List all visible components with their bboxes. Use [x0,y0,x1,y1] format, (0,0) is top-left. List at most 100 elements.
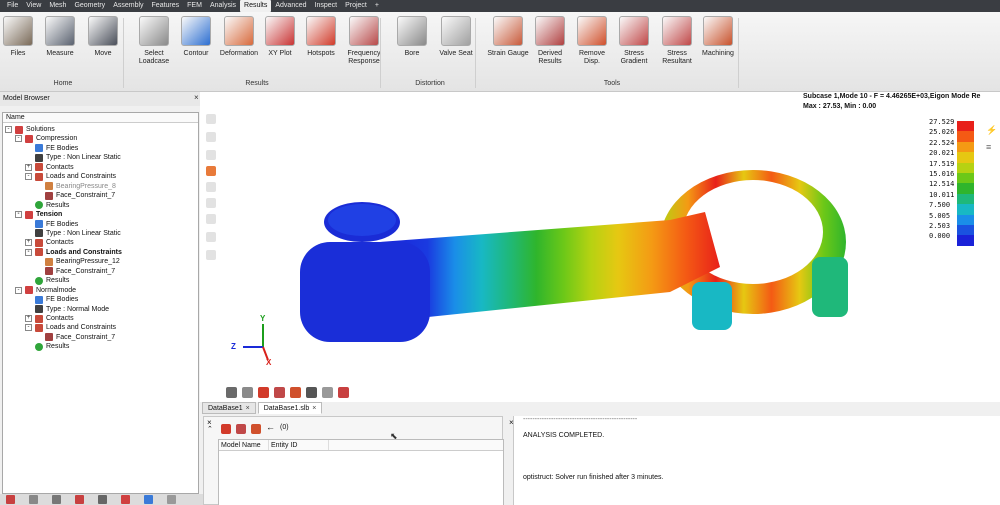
ribbon-group-home: Home [53,80,73,87]
flag-icon[interactable] [251,424,261,434]
deformation-icon [224,16,254,46]
zoom-box-icon[interactable] [258,387,269,398]
rotate-icon[interactable] [290,387,301,398]
tab-close-icon[interactable]: × [246,405,250,412]
fe-bodies-icon [35,220,43,228]
collapse-icon[interactable]: - [25,324,32,332]
fit-view-icon[interactable] [242,387,253,398]
tree-item[interactable]: BearingPressure_8 [35,182,116,191]
machining-button[interactable]: Machining [692,16,744,58]
menu-advanced[interactable]: Advanced [271,0,310,12]
filter-add-icon[interactable] [236,424,246,434]
tree-item[interactable]: - Loads and Constraints [25,248,122,257]
legend-value: 10.011 [929,190,955,199]
panel-tool-icon[interactable] [75,495,84,504]
tree-item[interactable]: FE Bodies [25,144,78,153]
menu-fem[interactable]: FEM [183,0,206,12]
ribbon-label: Frequency Response [347,50,381,65]
tree-item[interactable]: - Tension [15,210,62,219]
panel-tool-icon[interactable] [6,495,15,504]
output-divider: ----------------------------------------… [523,416,638,423]
move-icon [88,16,118,46]
tree-item[interactable]: - Loads and Constraints [25,172,116,181]
model-browser-close-icon[interactable]: × [194,93,199,102]
axis-view-icon[interactable] [226,387,237,398]
tree-item[interactable]: BearingPressure_12 [35,257,120,266]
collapse-icon[interactable]: - [15,211,22,219]
collapse-icon[interactable]: - [15,135,22,143]
menu-inspect[interactable]: Inspect [311,0,342,12]
move-button[interactable]: Move [77,16,129,58]
collapse-icon[interactable]: - [25,248,32,256]
results-icon [35,342,43,351]
tree-item-label: FE Bodies [46,296,79,304]
tree-item[interactable]: + Contacts [25,163,74,172]
tree-item[interactable]: - Loads and Constraints [25,323,116,332]
filter-count: (0) [280,424,289,431]
tree-item[interactable]: - Normalmode [15,286,76,295]
collapse-icon[interactable]: - [25,173,32,181]
menu-add-icon[interactable]: + [371,0,383,12]
panel-tool-icon[interactable] [29,495,38,504]
tab-database1-slb[interactable]: DataBase1.slb × [257,402,323,414]
tree-item[interactable]: Results [25,201,69,210]
tree-item[interactable]: FE Bodies [25,295,78,304]
ribbon-label: Strain Gauge [487,50,529,57]
tree-item[interactable]: Type : Normal Mode [25,305,109,314]
render-icon[interactable] [338,387,349,398]
filter-icon[interactable] [221,424,231,434]
legend-pin-icon[interactable]: ⚡ [986,125,997,136]
tree-item[interactable]: Face_Constraint_7 [35,333,115,342]
tree-column-header[interactable]: Name [3,113,198,123]
tree-item[interactable]: Results [25,276,69,285]
contour-icon [181,16,211,46]
connecting-rod-contour[interactable] [200,92,1000,402]
tree-item[interactable]: Type : Non Linear Static [25,229,121,238]
menu-view[interactable]: View [22,0,45,12]
visibility-icon[interactable] [306,387,317,398]
menu-results[interactable]: Results [240,0,272,12]
graphics-viewport[interactable]: Subcase 1,Mode 10 - F = 4.46265E+03,Eigo… [200,92,1000,402]
menu-geometry[interactable]: Geometry [70,0,109,12]
panel-tool-icon[interactable] [52,495,61,504]
tree-item[interactable]: Type : Non Linear Static [25,153,121,162]
back-arrow-icon[interactable]: ← [266,422,275,432]
collapse-icon[interactable]: ⌃ [207,425,213,433]
menu-project[interactable]: Project [341,0,371,12]
panel-tool-icon[interactable] [144,495,153,504]
output-line-completed: ANALYSIS COMPLETED. [523,432,605,439]
menu-assembly[interactable]: Assembly [109,0,147,12]
tree-item[interactable]: Face_Constraint_7 [35,267,115,276]
panel-tool-icon[interactable] [98,495,107,504]
col-entity-id[interactable]: Entity ID [269,440,329,450]
tree-item[interactable]: FE Bodies [25,220,78,229]
tree-item[interactable]: + Contacts [25,314,74,323]
solutions-icon [15,125,23,134]
tree-item-label: Results [46,343,70,351]
tree-item[interactable]: - Solutions [5,125,55,134]
tree-item[interactable]: Face_Constraint_7 [35,191,115,200]
legend-swatch [957,152,974,163]
menu-analysis[interactable]: Analysis [206,0,240,12]
zoom-icon[interactable] [274,387,285,398]
expand-icon[interactable]: + [25,239,32,247]
tree-item[interactable]: Results [25,342,69,351]
tree-item[interactable]: + Contacts [25,238,74,247]
collapse-icon[interactable]: - [15,286,22,294]
tab-close-icon[interactable]: × [312,405,316,412]
collapse-icon[interactable]: - [5,126,12,133]
panel-tool-icon[interactable] [121,495,130,504]
legend-menu-icon[interactable]: ≡ [986,142,991,152]
tree-item[interactable]: - Compression [15,134,77,143]
expand-icon[interactable]: + [25,163,32,171]
menu-features[interactable]: Features [148,0,184,12]
menu-file[interactable]: File [3,0,22,12]
tab-database1[interactable]: DataBase1 × [202,402,256,414]
tree-item-label: Solutions [26,126,55,133]
panel-tool-icon[interactable] [167,495,176,504]
expand-icon[interactable]: + [25,315,32,322]
col-model-name[interactable]: Model Name [219,440,269,450]
hide-icon[interactable] [322,387,333,398]
menu-mesh[interactable]: Mesh [45,0,70,12]
frequency-response-button[interactable]: Frequency Response [338,16,390,66]
